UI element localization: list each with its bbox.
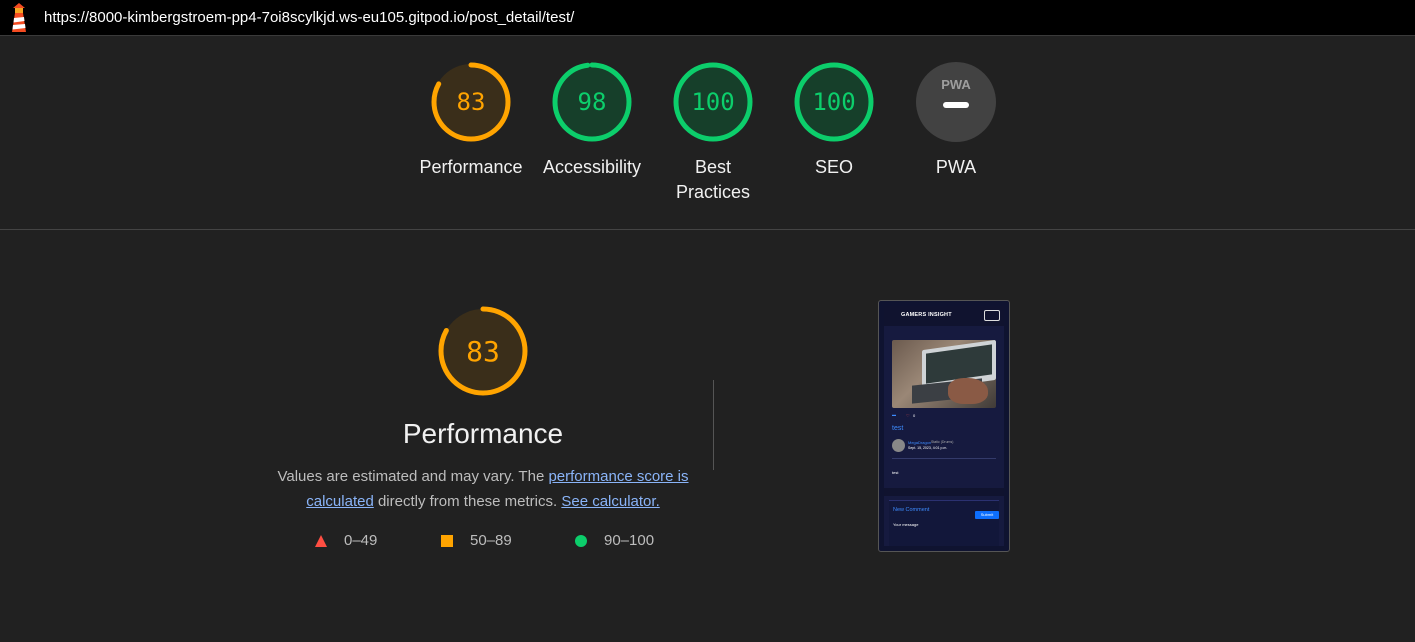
gauge-label: Accessibility <box>542 157 642 177</box>
performance-description: Values are estimated and may vary. The p… <box>270 464 696 514</box>
score-gauges: 83 Performance 98 Accessibility 100 Best… <box>0 37 1415 230</box>
gauge-accessibility[interactable]: 98 Accessibility <box>527 61 657 180</box>
screenshot-likes: 0 <box>913 413 916 418</box>
screenshot-edit-link: ▬ <box>892 412 896 417</box>
report-url[interactable]: https://8000-kimbergstroem-pp4-7oi8scylk… <box>44 9 574 26</box>
screenshot-submit-button: Submit <box>975 511 999 519</box>
screenshot-brand: GAMERS INSIGHT <box>901 312 952 318</box>
gauge-label: SEO <box>814 157 853 177</box>
gauge-ring: 100 <box>794 62 874 142</box>
legend-range: 0–49 <box>344 532 378 549</box>
screenshot-page: GAMERS INSIGHT ▬ ♡ 0 test MegaDragon Sta… <box>884 306 1004 546</box>
square-icon <box>441 534 453 547</box>
triangle-icon <box>315 534 327 547</box>
legend-average: 50–89 <box>440 532 512 549</box>
performance-score: 83 <box>466 335 500 368</box>
gauge-score: 98 <box>578 88 607 116</box>
performance-gauge: 83 <box>438 306 528 396</box>
gauge-score: 100 <box>691 88 734 116</box>
legend-range: 90–100 <box>604 532 655 549</box>
pwa-badge-icon: PWA <box>916 62 996 142</box>
gauge-ring: 98 <box>552 62 632 142</box>
gauge-pwa[interactable]: PWA PWA <box>891 61 1021 180</box>
gauge-label: Performance <box>419 157 523 177</box>
legend-fail: 0–49 <box>314 532 377 549</box>
section-divider <box>713 380 714 470</box>
hamburger-icon <box>984 310 1000 321</box>
lighthouse-topbar: https://8000-kimbergstroem-pp4-7oi8scylk… <box>0 0 1415 36</box>
screenshot-comment-form: New Comment Your message Submit <box>889 500 999 546</box>
screenshot-form-title: New Comment <box>893 507 930 513</box>
gauge-label: PWA <box>935 157 977 177</box>
gauge-label: Best Practices <box>675 157 751 202</box>
calculator-link[interactable]: See calculator. <box>561 493 659 510</box>
screenshot-author-note: Static (Drums) <box>931 440 954 444</box>
gauge-best-practices[interactable]: 100 Best Practices <box>648 61 778 205</box>
gauge-ring: 100 <box>673 62 753 142</box>
screenshot-navbar: GAMERS INSIGHT <box>884 306 1004 326</box>
gauge-score: 100 <box>812 88 855 116</box>
lighthouse-logo-icon <box>12 3 26 32</box>
screenshot-gap <box>884 488 1004 496</box>
pwa-badge-text: PWA <box>941 77 971 92</box>
score-legend: 0–49 50–89 90–100 <box>314 532 694 552</box>
performance-summary: 83 Performance Values are estimated and … <box>270 305 696 514</box>
gauge-performance[interactable]: 83 Performance <box>406 61 536 180</box>
performance-title: Performance <box>402 418 564 449</box>
screenshot-form-label: Your message <box>893 522 919 527</box>
gauge-ring: 83 <box>431 62 511 142</box>
avatar <box>892 439 905 452</box>
screenshot-date: Sept. 15, 2023, 4:01 p.m. <box>908 446 948 450</box>
screenshot-post-image <box>892 340 996 408</box>
legend-pass: 90–100 <box>574 532 654 549</box>
screenshot-body: test <box>892 470 899 475</box>
legend-range: 50–89 <box>470 532 512 549</box>
desc-text: directly from these metrics. <box>373 493 562 510</box>
desc-text: Values are estimated and may vary. The <box>277 468 549 485</box>
gauge-score: 83 <box>457 88 486 116</box>
screenshot-divider <box>892 458 996 459</box>
final-screenshot[interactable]: GAMERS INSIGHT ▬ ♡ 0 test MegaDragon Sta… <box>878 300 1010 552</box>
circle-icon <box>575 534 587 547</box>
gauge-seo[interactable]: 100 SEO <box>769 61 899 180</box>
screenshot-author: MegaDragon <box>908 440 932 445</box>
heart-icon: ♡ <box>906 413 910 418</box>
screenshot-post-title: test <box>892 425 904 432</box>
